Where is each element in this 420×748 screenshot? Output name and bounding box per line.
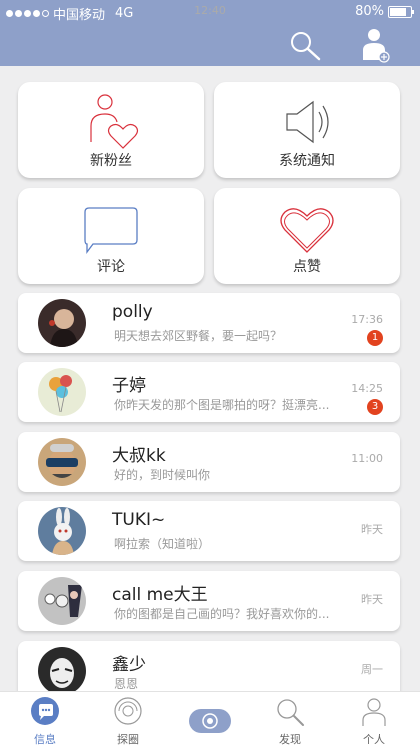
message-time: 昨天 [361,523,383,536]
message-preview: 你昨天发的那个图是哪拍的呀？挺漂亮... [114,398,330,412]
list-item[interactable]: TUKI~ 啊拉索（知道啦） 昨天 [18,501,400,561]
explore-circle-icon [114,697,142,725]
add-user-icon [363,29,390,63]
list-item[interactable]: call me大王 你的图都是自己画的吗？我好喜欢你的... 昨天 [18,571,400,631]
avatar[interactable] [38,647,86,695]
avatar[interactable] [38,368,86,416]
tile-comments-label: 评论 [97,259,125,275]
tile-new-fans-label: 新粉丝 [90,153,132,169]
contact-name: 子婷 [112,376,146,396]
tab-messages[interactable]: 信息 [15,694,75,746]
tab-camera[interactable] [180,694,240,746]
message-preview: 好的，到时候叫你 [114,468,211,482]
avatar[interactable] [38,577,86,625]
search-button[interactable] [288,30,324,62]
new-fans-icon [90,94,139,149]
status-bar: 中国移动 4G 12:40 80% [0,0,420,24]
tab-discover[interactable]: 发现 [260,694,320,746]
tab-explore[interactable]: 探圈 [98,694,158,746]
battery-percent: 80% [355,4,384,19]
message-time: 11:00 [351,452,383,465]
tab-explore-label: 探圈 [117,733,139,746]
tab-profile-label: 个人 [363,733,385,746]
message-preview: 恩恩 [114,677,139,691]
contact-name: 大叔kk [112,446,166,466]
message-preview: 你的图都是自己画的吗？我好喜欢你的... [114,607,330,621]
message-time: 17:36 [351,313,383,326]
contact-name: call me大王 [112,585,208,605]
message-time: 周一 [361,663,383,676]
tile-system-notice[interactable]: 系统通知 [214,82,400,178]
tile-comments[interactable]: 评论 [18,188,204,284]
list-item[interactable]: 子婷 你昨天发的那个图是哪拍的呀？挺漂亮... 14:25 3 [18,362,400,422]
add-user-button[interactable] [360,26,392,64]
avatar[interactable] [38,438,86,486]
tile-system-notice-label: 系统通知 [279,153,335,169]
tile-new-fans[interactable]: 新粉丝 [18,82,204,178]
camera-icon [189,709,231,733]
status-right: 80% [355,4,414,19]
search-icon [291,32,321,61]
tab-profile[interactable]: 个人 [344,694,404,746]
top-nav-bar [0,24,420,66]
tab-messages-label: 信息 [34,733,56,746]
contact-name: TUKI~ [112,510,166,530]
tile-likes[interactable]: 点赞 [214,188,400,284]
list-item[interactable]: polly 明天想去郊区野餐，要一起吗？ 17:36 1 [18,293,400,353]
tab-discover-label: 发现 [279,733,301,746]
heart-icon [280,208,334,253]
avatar[interactable] [38,299,86,347]
speaker-icon [286,100,329,144]
battery-icon [388,5,414,18]
message-time: 14:25 [351,382,383,395]
list-item[interactable]: 大叔kk 好的，到时候叫你 11:00 [18,432,400,492]
avatar[interactable] [38,507,86,555]
tile-likes-label: 点赞 [293,259,321,275]
unread-badge: 1 [367,330,383,346]
message-preview: 明天想去郊区野餐，要一起吗？ [114,329,283,343]
tab-bar: 信息 探圈 发现 个人 [0,691,420,748]
person-icon [362,698,386,726]
message-preview: 啊拉索（知道啦） [114,537,211,551]
search-icon [277,699,304,726]
message-icon [31,697,59,725]
contact-name: 鑫少 [112,655,146,675]
unread-badge: 3 [367,399,383,415]
message-time: 昨天 [361,593,383,606]
comment-icon [84,207,138,254]
contact-name: polly [112,302,153,322]
